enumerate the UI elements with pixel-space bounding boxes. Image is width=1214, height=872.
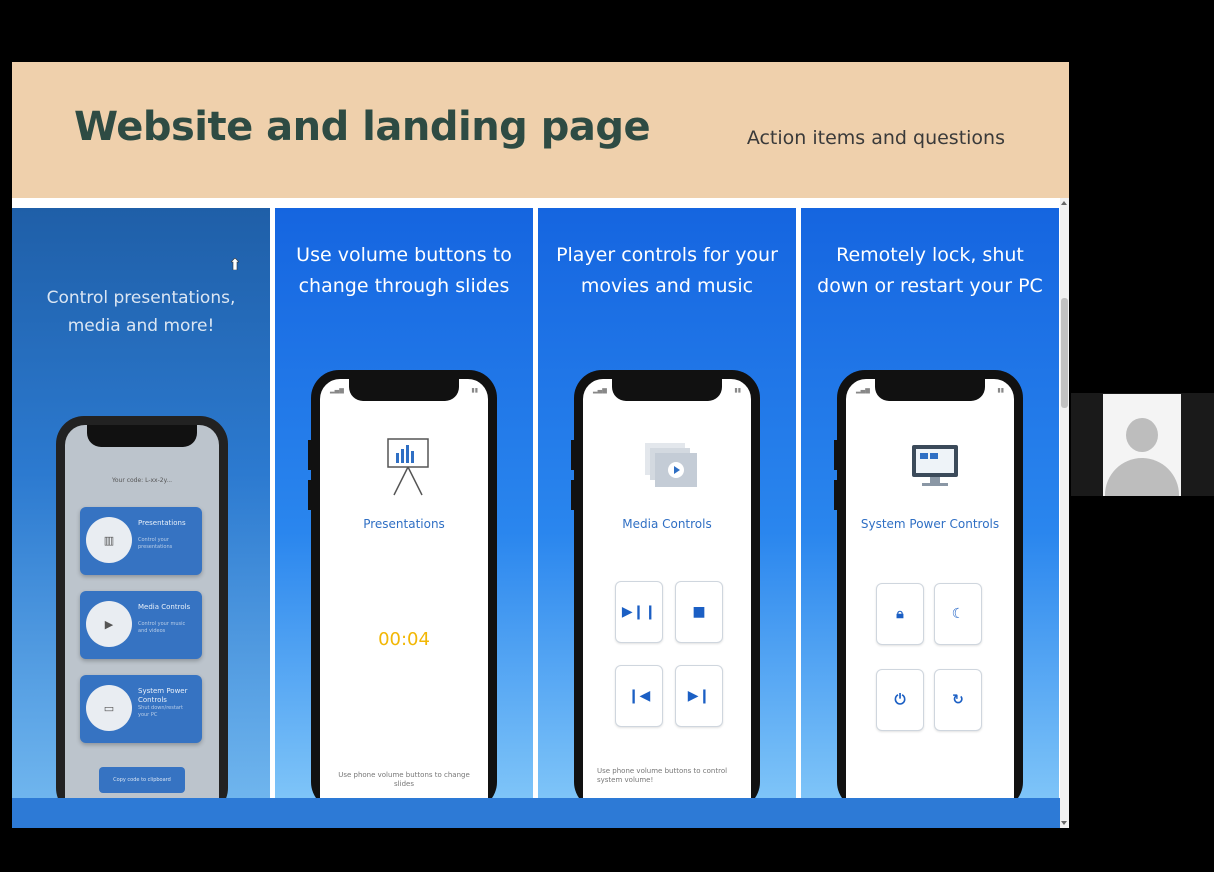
scroll-up-icon[interactable]: [1061, 201, 1067, 205]
panel-caption: Player controls for your movies and musi…: [556, 244, 778, 297]
promo-panel-power: Remotely lock, shut down or restart your…: [801, 208, 1059, 798]
promo-panel-overview: Control presentations, media and more! Y…: [12, 208, 270, 798]
page-footer-bar: [12, 798, 1060, 828]
signal-icon: ▂▄▆: [593, 387, 607, 394]
card-system-power: ▭ System Power Controls Shut down/restar…: [80, 675, 202, 743]
card-media-controls: ▶ Media Controls Control your music and …: [80, 591, 202, 659]
card-title: Media Controls: [138, 603, 191, 611]
mouse-pointer-icon: [231, 258, 239, 270]
monitor-icon: ▭: [86, 685, 132, 731]
presentation-slide: Website and landing page Action items an…: [12, 62, 1069, 828]
promo-panel-media: Player controls for your movies and musi…: [538, 208, 796, 798]
volume-button: [308, 480, 311, 510]
app-label: System Power Controls: [860, 517, 1000, 531]
slide-subtitle: Action items and questions: [746, 127, 1005, 149]
phone-notch: [875, 379, 985, 401]
copy-code-button: Copy code to clipboard: [99, 767, 185, 793]
promo-panel-presentations: Use volume buttons to change through sli…: [275, 208, 533, 798]
vertical-scrollbar[interactable]: [1060, 198, 1069, 828]
easel-chart-icon: [387, 438, 429, 496]
app-code-text: Your code: L-xx-2y...: [111, 477, 173, 484]
volume-button: [571, 480, 574, 510]
signal-icon: ▂▄▆: [856, 387, 870, 394]
avatar: [1103, 394, 1181, 496]
footnote: Use phone volume buttons to change slide…: [338, 771, 470, 788]
phone-notch: [87, 425, 197, 447]
participant-video-tile[interactable]: [1071, 393, 1214, 496]
card-title: Presentations: [138, 519, 186, 527]
footnote: Use phone volume buttons to control syst…: [597, 767, 728, 784]
card-presentations: ▥ Presentations Control your presentatio…: [80, 507, 202, 575]
phone-screen: ▂▄▆ ▮▮ Media Controls ▶❙❙ ■ ❙◀ ▶❙ Use ph…: [583, 379, 751, 798]
stop-button: ■: [675, 581, 723, 643]
phone-screen: Your code: L-xx-2y... ▥ Presentations Co…: [65, 425, 219, 798]
previous-button: ❙◀: [615, 665, 663, 727]
card-title: System Power Controls: [138, 687, 188, 704]
scroll-down-icon[interactable]: [1061, 821, 1067, 825]
avatar-head-icon: [1126, 418, 1158, 452]
phone-screen: ▂▄▆ ▮▮ Presentations 00:04 Use phone vol…: [320, 379, 488, 798]
video-stack-icon: [645, 443, 697, 487]
app-label: Presentations: [363, 517, 445, 531]
phone-mockup: ▂▄▆ ▮▮ Media Controls ▶❙❙ ■ ❙◀ ▶❙ Use ph…: [571, 370, 760, 798]
phone-mockup: Your code: L-xx-2y... ▥ Presentations Co…: [56, 416, 228, 798]
phone-screen: ▂▄▆ ▮▮ System Power Controls 🔒︎ ☾ ⏻ ↻: [846, 379, 1014, 798]
slide-title: Website and landing page: [74, 104, 651, 150]
phone-mockup: ▂▄▆ ▮▮ System Power Controls 🔒︎ ☾ ⏻ ↻: [834, 370, 1023, 798]
avatar-body-icon: [1105, 458, 1179, 496]
panel-caption: Use volume buttons to change through sli…: [296, 244, 512, 297]
embedded-webpage: Control presentations, media and more! Y…: [12, 208, 1060, 828]
phone-mockup: ▂▄▆ ▮▮ Presentations 00:04 Use phone vol…: [308, 370, 497, 798]
power-button: ⏻: [876, 669, 924, 731]
battery-icon: ▮▮: [471, 387, 478, 394]
panel-caption: Control presentations, media and more!: [46, 288, 236, 336]
scroll-thumb[interactable]: [1061, 298, 1068, 408]
volume-button: [308, 440, 311, 470]
panel-caption: Remotely lock, shut down or restart your…: [817, 244, 1043, 297]
volume-button: [834, 480, 837, 510]
slide-header: Website and landing page Action items an…: [12, 62, 1069, 198]
app-label: Media Controls: [622, 517, 712, 531]
card-subtitle: Shut down/restart your PC: [138, 705, 183, 718]
play-pause-button: ▶❙❙: [615, 581, 663, 643]
lock-button: 🔒︎: [876, 583, 924, 645]
meeting-screen-share: Website and landing page Action items an…: [0, 0, 1214, 872]
volume-button: [834, 440, 837, 470]
signal-icon: ▂▄▆: [330, 387, 344, 394]
next-button: ▶❙: [675, 665, 723, 727]
easel-icon: ▥: [86, 517, 132, 563]
slide-timer: 00:04: [378, 629, 430, 650]
play-icon: ▶: [86, 601, 132, 647]
monitor-icon: [912, 445, 958, 486]
card-subtitle: Control your presentations: [138, 537, 173, 550]
card-subtitle: Control your music and videos: [138, 621, 186, 634]
phone-notch: [349, 379, 459, 401]
volume-button: [571, 440, 574, 470]
restart-button: ↻: [934, 669, 982, 731]
battery-icon: ▮▮: [997, 387, 1004, 394]
battery-icon: ▮▮: [734, 387, 741, 394]
sleep-button: ☾: [934, 583, 982, 645]
phone-notch: [612, 379, 722, 401]
